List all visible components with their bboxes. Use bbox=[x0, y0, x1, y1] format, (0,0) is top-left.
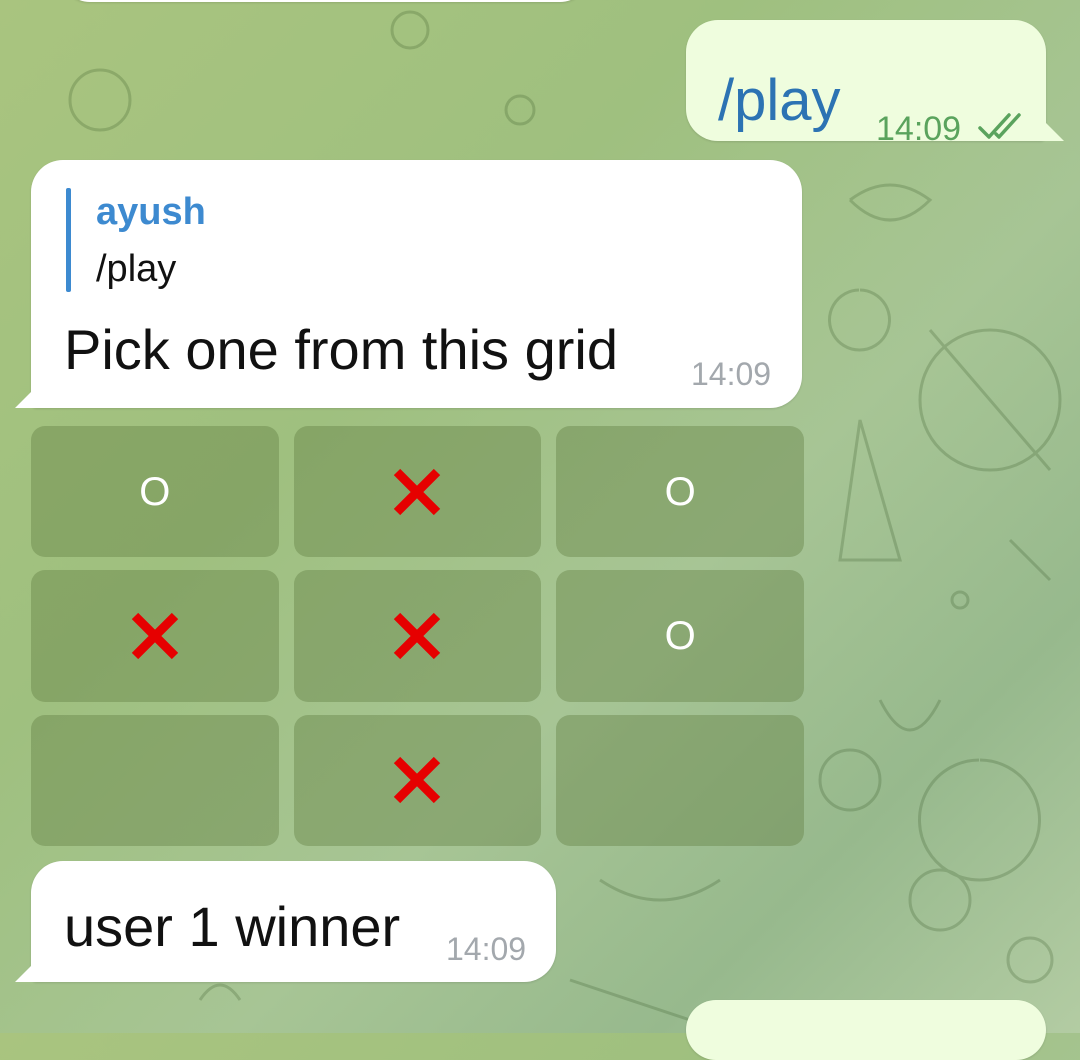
incoming-message-bubble[interactable]: ayush /play Pick one from this grid 14:0… bbox=[15, 160, 802, 408]
grid-button-r2c2[interactable] bbox=[293, 570, 542, 702]
x-mark-icon bbox=[394, 757, 441, 804]
previous-message-bubble bbox=[60, 0, 590, 2]
message-time: 14:09 bbox=[876, 110, 962, 148]
message-time: 14:09 bbox=[446, 931, 527, 967]
x-mark-icon bbox=[394, 468, 441, 515]
grid-button-r1c1[interactable]: O bbox=[31, 426, 279, 558]
message-time: 14:09 bbox=[691, 356, 772, 392]
result-message-bubble[interactable]: user 1 winner 14:09 bbox=[15, 861, 556, 982]
grid-button-r1c3[interactable]: O bbox=[556, 426, 804, 558]
o-mark: O bbox=[664, 469, 696, 514]
o-mark: O bbox=[664, 613, 696, 658]
grid-button-r3c2[interactable] bbox=[293, 714, 542, 846]
reply-sender-name[interactable]: ayush bbox=[96, 193, 206, 231]
double-check-icon bbox=[978, 113, 1021, 139]
grid-button-r3c3[interactable] bbox=[556, 714, 804, 846]
reply-quote-bar bbox=[66, 188, 71, 292]
outgoing-message-bubble[interactable]: /play 14:09 bbox=[686, 20, 1064, 146]
message-text: /play bbox=[718, 68, 841, 133]
x-mark-icon bbox=[394, 612, 441, 660]
tic-tac-toe-keyboard: O O O bbox=[31, 426, 804, 846]
grid-button-r1c2[interactable] bbox=[293, 426, 542, 558]
grid-button-r2c3[interactable]: O bbox=[556, 570, 804, 702]
next-message-bubble bbox=[686, 1000, 1046, 1060]
message-text: Pick one from this grid bbox=[64, 318, 618, 381]
reply-quoted-text[interactable]: /play bbox=[96, 250, 176, 288]
x-mark-icon bbox=[131, 612, 179, 660]
grid-button-r2c1[interactable] bbox=[31, 570, 279, 702]
message-text: user 1 winner bbox=[64, 895, 401, 958]
o-mark: O bbox=[139, 469, 171, 514]
grid-button-r3c1[interactable] bbox=[31, 714, 279, 846]
